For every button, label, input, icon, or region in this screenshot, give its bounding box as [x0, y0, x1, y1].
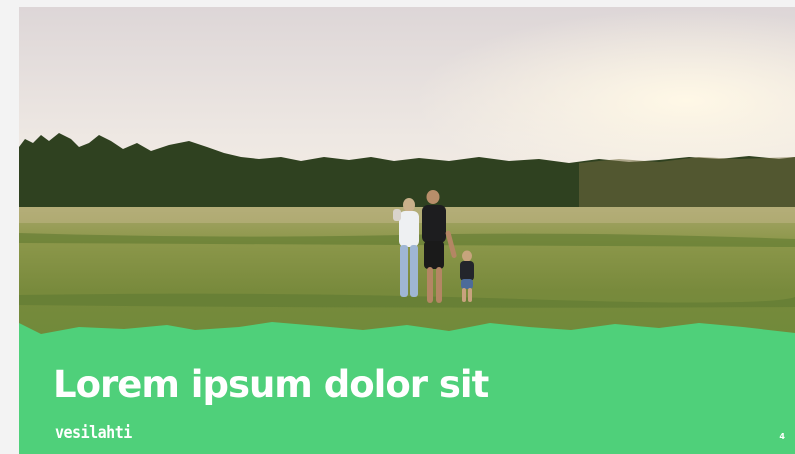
vesilahti-logo: vesilahti — [55, 422, 132, 443]
presentation-slide: Lorem ipsum dolor sit vesilahti 4 — [19, 7, 795, 454]
page-number: 4 — [779, 432, 785, 441]
tree-haze — [579, 157, 795, 213]
slide-title: Lorem ipsum dolor sit — [53, 363, 489, 406]
